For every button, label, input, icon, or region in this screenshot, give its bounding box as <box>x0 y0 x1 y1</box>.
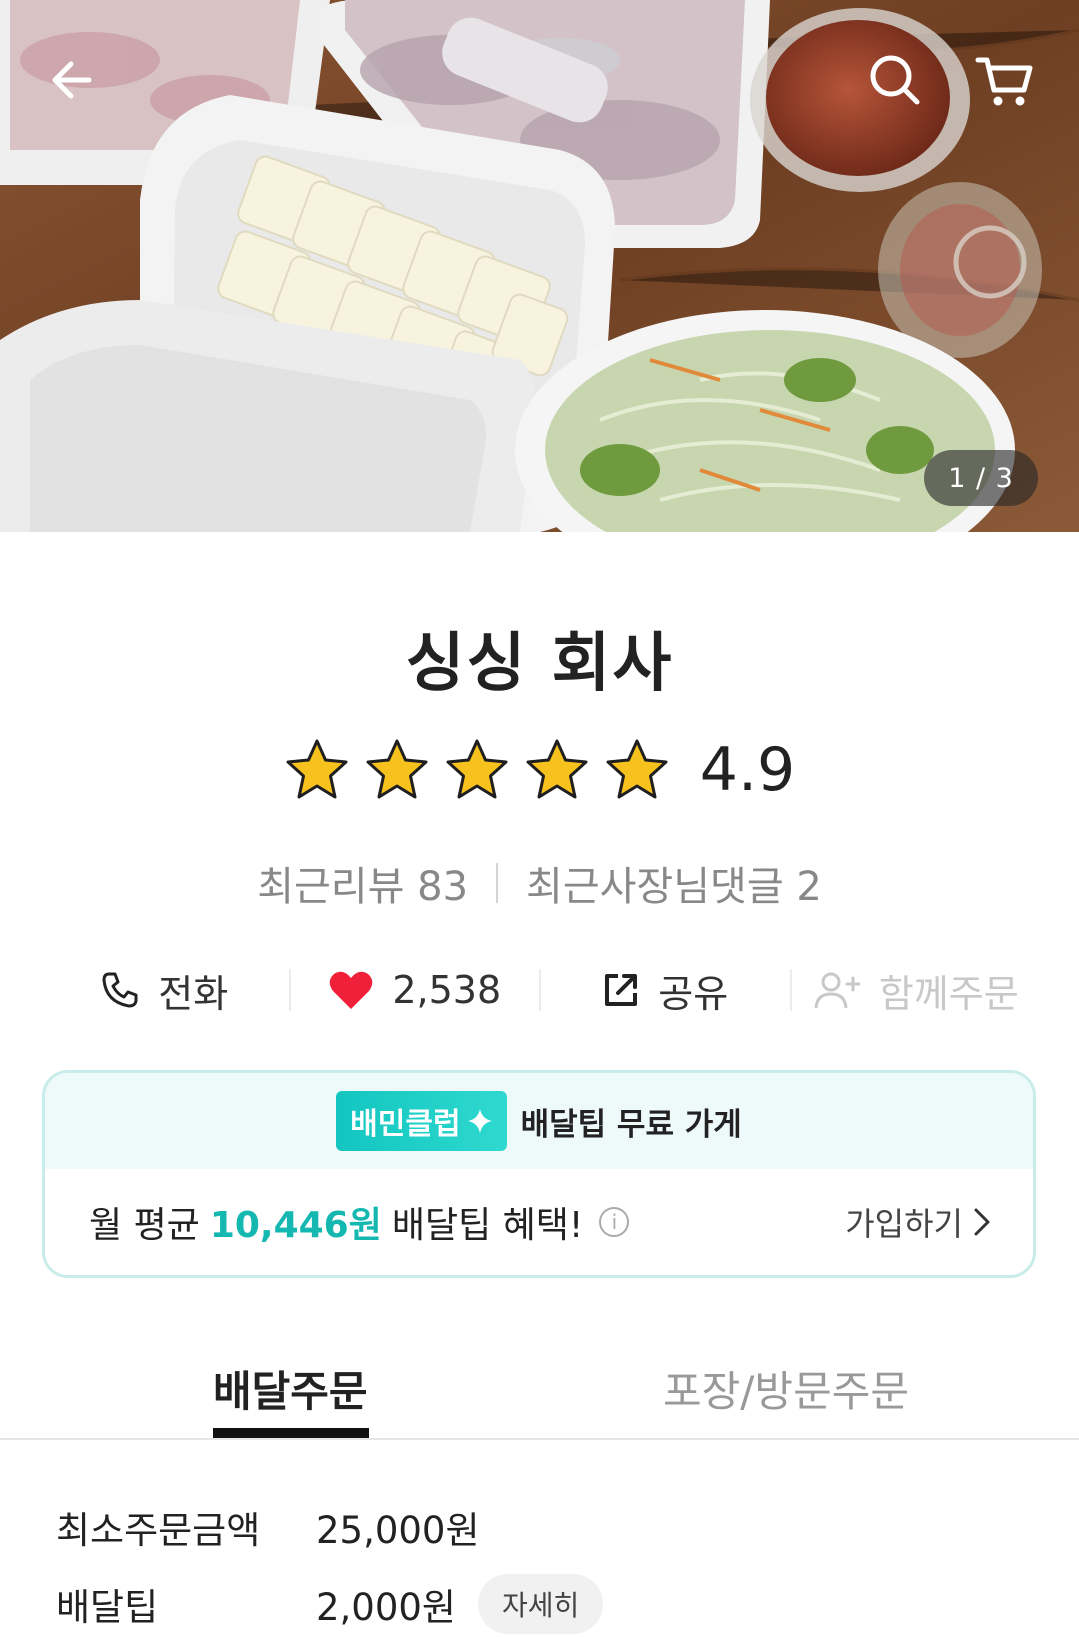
share-label: 공유 <box>658 971 729 1016</box>
order-type-tabs: 배달주문 포장/방문주문 <box>0 1340 1079 1440</box>
join-button[interactable]: 가입하기 <box>845 1199 991 1245</box>
heart-icon <box>330 971 373 1009</box>
min-order-row: 최소주문금액 25,000원 <box>56 1500 480 1554</box>
rating-value: 4.9 <box>699 735 796 805</box>
club-badge-label: 배민클럽 <box>350 1107 461 1142</box>
review-summary: 최근리뷰 83 최근사장님댓글 2 <box>0 854 1079 912</box>
tab-pickup-order[interactable]: 포장/방문주문 <box>663 1358 909 1419</box>
store-name: 싱싱 회사 <box>405 627 674 701</box>
owner-replies-link[interactable]: 최근사장님댓글 2 <box>526 854 822 912</box>
min-order-label: 최소주문금액 <box>56 1509 261 1552</box>
call-button[interactable]: 전화 <box>40 963 289 1018</box>
club-headline: 배달팁 무료 가게 <box>520 1106 742 1143</box>
like-button[interactable]: 2,538 <box>291 968 540 1012</box>
star-icon <box>446 739 508 799</box>
back-arrow-icon <box>52 61 92 99</box>
join-label: 가입하기 <box>845 1205 963 1243</box>
club-banner-body: 월 평균 10,446원 배달팁 혜택! i 가입하기 <box>45 1169 1033 1275</box>
search-icon <box>870 55 920 105</box>
star-icon <box>606 739 668 799</box>
delivery-tip-detail-button[interactable]: 자세히 <box>477 1574 604 1634</box>
benefit-prefix: 월 평균 <box>89 1205 200 1246</box>
like-count: 2,538 <box>392 968 502 1012</box>
back-button[interactable] <box>38 45 108 115</box>
delivery-tip-label: 배달팁 <box>56 1586 159 1629</box>
tab-delivery-order[interactable]: 배달주문 <box>213 1358 368 1419</box>
min-order-value: 25,000원 <box>316 1509 480 1552</box>
info-icon[interactable]: i <box>599 1207 630 1237</box>
star-icon <box>366 739 428 799</box>
star-icon <box>286 739 348 799</box>
active-tab-indicator <box>213 1428 369 1438</box>
club-badge: 배민클럽 <box>336 1091 507 1151</box>
cart-icon <box>975 57 1033 106</box>
club-banner-header: 배민클럽 배달팁 무료 가게 <box>45 1073 1033 1169</box>
phone-icon <box>102 972 138 1008</box>
sparkle-icon <box>467 1109 492 1133</box>
share-icon <box>605 974 638 1006</box>
rating-stars <box>284 737 670 803</box>
share-button[interactable]: 공유 <box>541 963 790 1018</box>
add-person-icon <box>814 972 861 1009</box>
rating-row: 4.9 <box>0 735 1079 805</box>
store-actions: 전화 2,538 공유 함께주문 <box>40 960 1040 1020</box>
recent-reviews-link[interactable]: 최근리뷰 83 <box>257 854 468 912</box>
photo-counter: 1 / 3 <box>924 450 1038 506</box>
chevron-right-icon <box>974 1208 990 1236</box>
divider <box>496 863 499 903</box>
delivery-tip-value: 2,000원 <box>316 1586 456 1629</box>
store-photo[interactable]: 1 / 3 <box>0 0 1079 532</box>
group-order-label: 함께주문 <box>878 971 1019 1016</box>
search-button[interactable] <box>860 45 930 115</box>
benefit-amount: 10,446원 <box>209 1205 382 1246</box>
star-icon <box>526 739 588 799</box>
baemin-club-banner[interactable]: 배민클럽 배달팁 무료 가게 월 평균 10,446원 배달팁 혜택! i 가입… <box>42 1070 1036 1278</box>
club-benefit: 월 평균 10,446원 배달팁 혜택! i <box>89 1196 630 1248</box>
cart-button[interactable] <box>970 45 1040 115</box>
group-order-button[interactable]: 함께주문 <box>792 963 1041 1018</box>
call-label: 전화 <box>158 971 229 1016</box>
delivery-tip-row: 배달팁 2,000원 자세히 <box>56 1574 604 1634</box>
benefit-suffix: 배달팁 혜택! <box>391 1205 584 1246</box>
